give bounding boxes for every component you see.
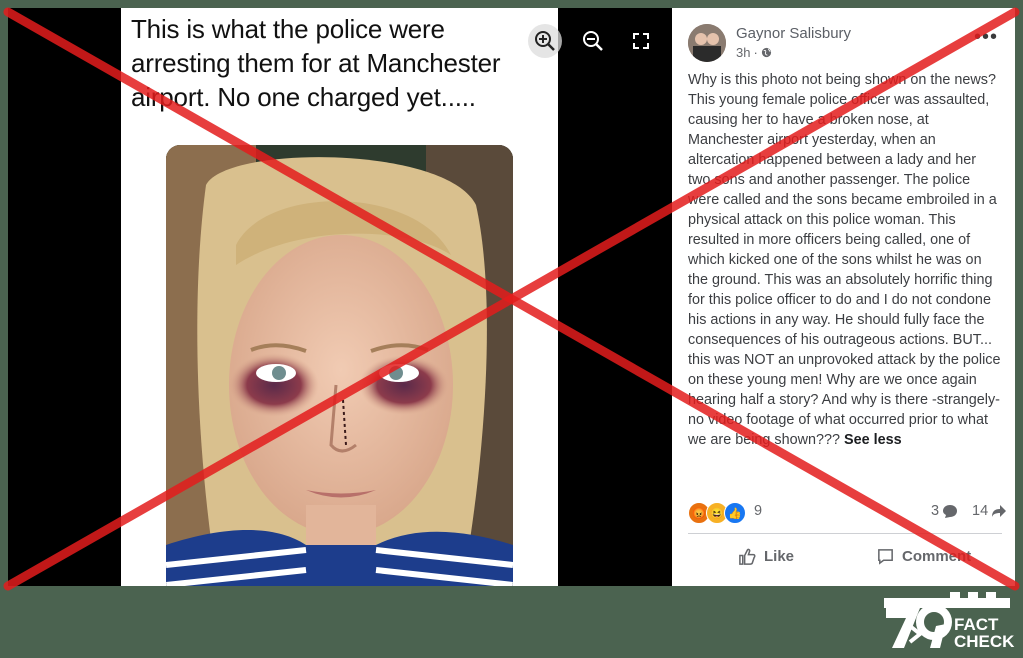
thumbs-up-icon [739,548,756,565]
share-arrow-icon [992,505,1007,517]
facebook-post: Gaynor Salisbury 3h · ••• Why is this ph… [672,8,1015,586]
globe-icon [761,47,771,58]
tweet-text: This is what the police were arresting t… [131,14,501,112]
comment-button[interactable]: Comment [876,538,971,574]
reactions-bar: 😡 😆 👍 9 3 14 [688,502,1007,524]
zoom-out-icon [583,31,603,51]
comment-bubble-icon [943,505,958,518]
zoom-in-icon [535,31,555,51]
fullscreen-icon [633,33,649,49]
zoom-out-button[interactable] [576,24,610,58]
comment-icon [878,548,893,565]
post-body: Why is this photo not being shown on the… [688,70,1002,450]
more-options-icon[interactable]: ••• [974,27,998,47]
avatar[interactable] [688,24,726,62]
like-label: Like [764,547,795,565]
officer-photo [166,145,513,586]
like-button[interactable]: Like [738,538,794,574]
svg-text:CHECK: CHECK [954,632,1015,651]
author-name[interactable]: Gaynor Salisbury [736,25,851,42]
screenshot-frame: This is what the police were arresting t… [8,8,1015,586]
comment-count[interactable]: 3 [931,503,958,519]
factcheck-logo: FACT CHECK [880,592,1016,652]
post-actions: Like Comment [688,538,1002,574]
see-less-link[interactable]: See less [844,432,902,448]
divider [688,533,1002,534]
image-viewer: This is what the police were arresting t… [8,8,672,586]
zoom-in-button[interactable] [528,24,562,58]
post-header: Gaynor Salisbury 3h · ••• [688,22,998,62]
post-meta: 3h · [736,45,772,60]
share-count[interactable]: 14 [972,503,1007,519]
like-icon: 👍 [724,502,746,524]
reaction-count[interactable]: 9 [754,503,762,519]
reaction-icons[interactable]: 😡 😆 👍 [688,502,746,524]
tweet-screenshot: This is what the police were arresting t… [121,8,558,586]
post-text: Why is this photo not being shown on the… [688,72,1001,448]
fullscreen-button[interactable] [624,24,658,58]
post-time[interactable]: 3h [736,45,750,60]
comment-label: Comment [902,547,972,565]
